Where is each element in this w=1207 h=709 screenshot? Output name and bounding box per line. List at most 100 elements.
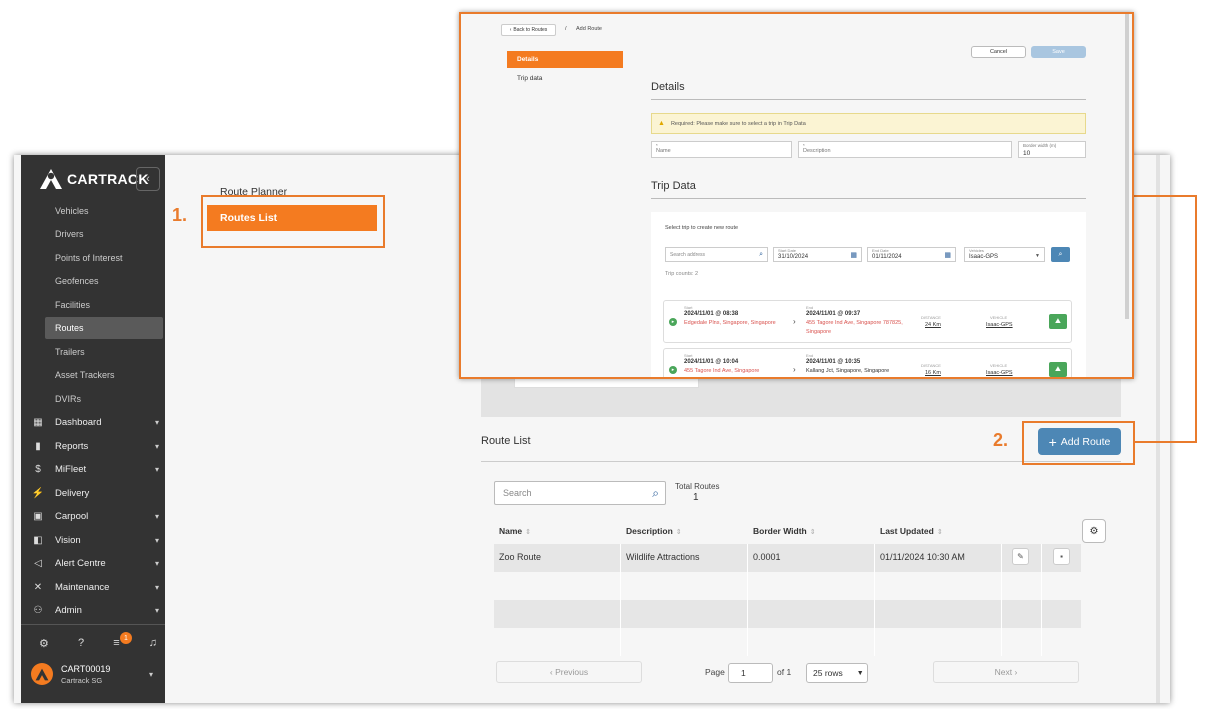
sidebar-item-geofences[interactable]: Geofences [45,270,163,292]
table-settings-button[interactable]: ⚙ [1082,519,1106,543]
callout-connector [1135,441,1197,443]
search-address-input[interactable]: Search address ⌕ [665,247,768,262]
calendar-icon: ▦ [944,252,951,259]
column-header-border-width[interactable]: Border Width ⇕ [753,526,816,536]
vehicles-label: Vehicles [969,248,984,253]
previous-page-button[interactable]: ‹ Previous [496,661,642,683]
cell-description: Wildlife Attractions [626,552,700,562]
vehicle-label: VEHICLE [990,363,1008,368]
notification-badge: 1 [120,632,132,644]
camera-icon: ◧ [33,534,43,546]
column-header-label: Description [626,526,673,536]
sidebar-item-admin[interactable]: ⚇ Admin ▾ [29,600,159,620]
delete-route-button[interactable]: ▪ [1053,548,1070,565]
table-row[interactable] [494,544,1081,572]
trip-card[interactable]: ▸ Start 2024/11/01 @ 10:04 455 Tagore In… [663,348,1072,377]
end-date-input[interactable]: End Date 01/11/2024 ▦ [867,247,956,262]
breadcrumb-separator: / [565,26,567,32]
sidebar-item-alert-centre[interactable]: ◁ Alert Centre ▾ [29,553,159,573]
sort-icon: ⇕ [525,529,532,536]
distance-label: DISTANCE [921,363,941,368]
name-field[interactable]: * Name [651,141,792,158]
sidebar-item-asset-trackers[interactable]: Asset Trackers [45,364,163,386]
trip-start-time: 2024/11/01 @ 08:38 [684,311,739,317]
column-separator [1041,544,1042,656]
user-menu[interactable]: CART00019 Cartrack SG [31,663,110,685]
sidebar-item-drivers[interactable]: Drivers [45,223,163,245]
end-date-label: End Date [872,248,889,253]
select-trip-button[interactable]: ⛰ [1049,314,1067,329]
reports-icon: ▮ [35,440,41,452]
sidebar-item-facilities[interactable]: Facilities [45,294,163,316]
settings-gear-icon[interactable]: ⚙ [39,637,49,650]
sidebar-item-delivery[interactable]: ⚡ Delivery [29,483,159,503]
cell-border-width: 0.0001 [753,552,781,562]
sidebar-item-reports[interactable]: ▮ Reports ▾ [29,436,159,456]
sidebar-item-vision[interactable]: ◧ Vision ▾ [29,530,159,550]
dollar-icon: $ [35,463,41,475]
chevron-right-icon: › [1012,667,1018,677]
tab-details[interactable]: Details [507,51,623,68]
trip-end-time: 2024/11/01 @ 09:37 [806,311,861,317]
trip-start-location: 455 Tagore Ind Ave, Singapore [684,368,760,374]
tools-icon: ✕ [33,581,43,593]
save-button[interactable]: Save [1031,46,1086,58]
vehicle-label: VEHICLE [990,315,1008,320]
vehicles-value: Isaac-GPS [969,254,999,260]
tab-trip-data[interactable]: Trip data [517,75,542,82]
sidebar-item-carpool[interactable]: ▣ Carpool ▾ [29,506,159,526]
search-placeholder: Search [503,488,532,498]
sidebar-item-routes[interactable]: Routes [45,317,163,339]
description-field[interactable]: * Description [798,141,1012,158]
next-page-button[interactable]: Next › [933,661,1079,683]
trip-vehicle: Isaac-GPS [986,370,1013,376]
overlay-scrollbar[interactable] [1125,14,1129,319]
route-list-title: Route List [481,435,531,447]
cartrack-logo[interactable]: CARTRACK [39,168,149,190]
caret-down-icon: ▼ [856,669,864,677]
back-label: Back to Routes [513,27,548,33]
page-label: Page [705,667,725,677]
sidebar-item-label: Maintenance [55,581,110,593]
tasks-icon[interactable]: ≡ [113,637,119,650]
sidebar-item-points-of-interest[interactable]: Points of Interest [45,247,163,269]
search-trips-button[interactable]: ⌕ [1051,247,1070,262]
table-row-empty [494,572,1081,600]
collapse-sidebar-button[interactable]: ‹ [136,167,160,191]
sort-icon: ⇕ [675,529,682,536]
bell-icon[interactable]: ♫ [149,637,157,650]
sidebar-item-maintenance[interactable]: ✕ Maintenance ▾ [29,577,159,597]
sidebar-footer-icons: ⚙ ? ≡ ♫ [39,637,157,650]
column-header-last-updated[interactable]: Last Updated ⇕ [880,526,943,536]
cancel-button[interactable]: Cancel [971,46,1026,58]
sidebar-item-dvirs[interactable]: DVIRs [45,388,163,410]
sidebar-item-dashboard[interactable]: ▦ Dashboard ▾ [29,412,159,432]
page-number-input[interactable]: 1 [728,663,773,683]
play-icon: ▸ [669,318,677,326]
callout-number-1: 1. [172,205,188,225]
search-input[interactable]: Search ⌕ [494,481,666,505]
start-date-input[interactable]: Start Date 31/10/2024 ▦ [773,247,862,262]
sidebar-item-trailers[interactable]: Trailers [45,341,163,363]
user-org: Cartrack SG [61,675,103,685]
select-trip-button[interactable]: ⛰ [1049,362,1067,377]
cell-name: Zoo Route [499,552,542,562]
trip-card[interactable]: ▸ Start 2024/11/01 @ 08:38 Edgedale Plns… [663,300,1072,343]
sidebar-item-label: Reports [55,440,89,452]
trip-hint: Select trip to create new route [665,225,739,231]
column-header-name[interactable]: Name ⇕ [499,526,531,536]
border-width-field[interactable]: Border width (m) 10 [1018,141,1086,158]
column-header-description[interactable]: Description ⇕ [626,526,682,536]
back-to-routes-button[interactable]: ‹ Back to Routes [501,24,556,36]
search-icon: ⌕ [759,251,763,258]
edit-route-button[interactable]: ✎ [1012,548,1029,565]
chevron-down-icon[interactable]: ▾ [149,670,153,679]
table-row-empty [494,628,1081,656]
sidebar-item-mifleet[interactable]: $ MiFleet ▾ [29,459,159,479]
vehicles-select[interactable]: Vehicles Isaac-GPS ▼ [964,247,1045,262]
sidebar-item-vehicles[interactable]: Vehicles [45,200,163,222]
help-icon[interactable]: ? [78,637,84,650]
scrollbar[interactable] [1156,155,1160,703]
rows-per-page-select[interactable]: 25 rows ▼ [806,663,868,683]
next-label: Next [994,667,1013,677]
